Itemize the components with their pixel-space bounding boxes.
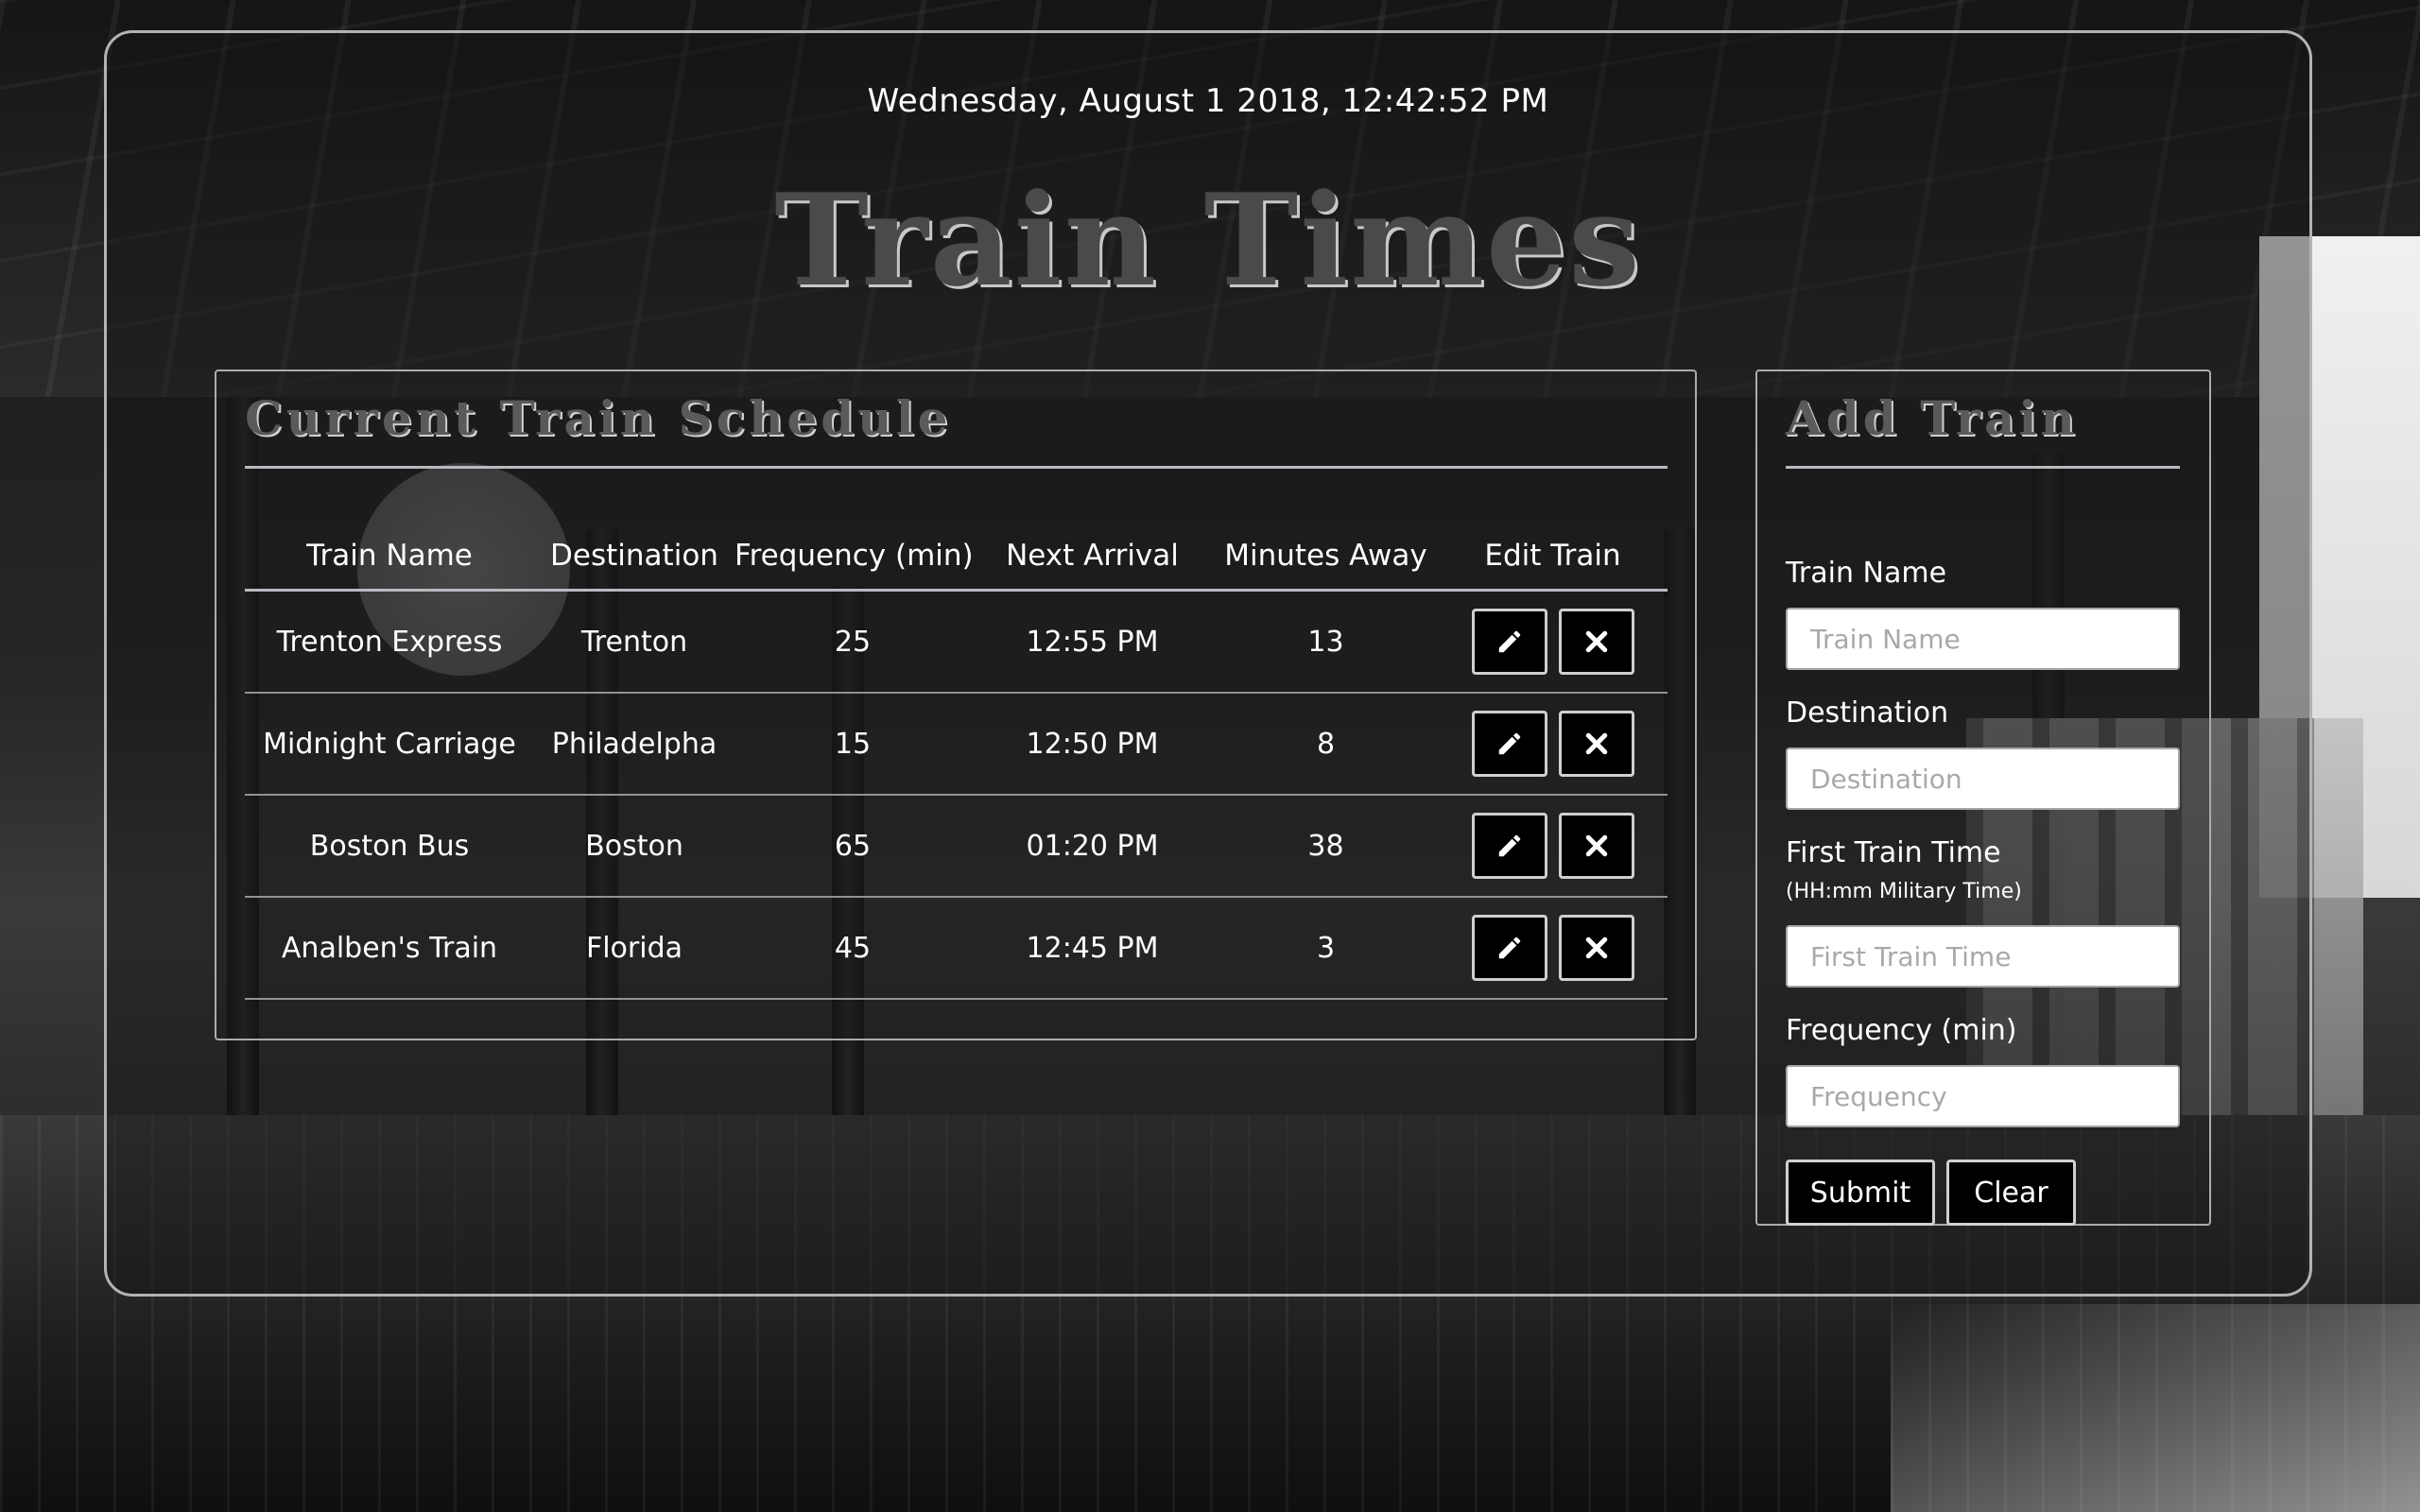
col-header-minutes-away: Minutes Away (1224, 539, 1427, 573)
first-train-time-label: First Train Time (1786, 836, 2001, 869)
delete-train-button[interactable] (1558, 711, 1634, 777)
schedule-panel: Current Train Schedule Train Name Destin… (215, 369, 1697, 1040)
x-icon (1585, 834, 1607, 857)
minutes-away-cell: 13 (1307, 625, 1344, 659)
submit-button[interactable]: Submit (1786, 1160, 1935, 1226)
clear-button[interactable]: Clear (1946, 1160, 2076, 1226)
pencil-icon (1498, 630, 1520, 653)
schedule-title: Current Train Schedule (245, 390, 952, 446)
train-name-cell: Trenton Express (276, 625, 503, 659)
first-train-time-hint: (HH:mm Military Time) (1786, 880, 2022, 903)
add-train-divider (1786, 466, 2180, 469)
destination-cell: Boston (585, 829, 683, 863)
x-icon (1585, 732, 1607, 755)
x-icon (1585, 630, 1607, 653)
schedule-table: Train Name Destination Frequency (min) N… (245, 523, 1668, 1000)
add-train-title: Add Train (1786, 390, 2079, 446)
destination-input[interactable] (1786, 747, 2180, 810)
edit-train-button[interactable] (1471, 813, 1547, 879)
frequency-cell: 65 (834, 829, 872, 863)
train-name-cell: Analben's Train (281, 931, 498, 965)
col-header-next-arrival: Next Arrival (1006, 539, 1179, 573)
destination-label: Destination (1786, 696, 1949, 730)
delete-train-button[interactable] (1558, 915, 1634, 981)
add-train-panel: Add Train Train Name Destination First T… (1755, 369, 2211, 1226)
next-arrival-cell: 12:55 PM (1026, 625, 1159, 659)
edit-train-button[interactable] (1471, 915, 1547, 981)
current-datetime: Wednesday, August 1 2018, 12:42:52 PM (867, 82, 1549, 120)
pencil-icon (1498, 936, 1520, 959)
destination-cell: Florida (585, 931, 683, 965)
delete-train-button[interactable] (1558, 813, 1634, 879)
platform-light (1891, 1304, 2420, 1512)
next-arrival-cell: 01:20 PM (1026, 829, 1159, 863)
destination-cell: Philadelpha (551, 727, 717, 761)
train-name-cell: Boston Bus (309, 829, 470, 863)
frequency-input[interactable] (1786, 1065, 2180, 1127)
table-row: Boston Bus Boston 65 01:20 PM 38 (245, 796, 1668, 898)
edit-actions (1438, 711, 1668, 777)
col-header-edit-train: Edit Train (1484, 539, 1621, 573)
minutes-away-cell: 8 (1316, 727, 1336, 761)
col-header-frequency: Frequency (min) (735, 539, 974, 573)
edit-actions (1438, 609, 1668, 675)
train-name-label: Train Name (1786, 557, 1947, 590)
frequency-cell: 45 (834, 931, 872, 965)
page-title: Train Times (774, 165, 1642, 315)
train-name-input[interactable] (1786, 608, 2180, 670)
schedule-divider (245, 466, 1668, 469)
minutes-away-cell: 38 (1307, 829, 1344, 863)
train-name-cell: Midnight Carriage (263, 727, 516, 761)
next-arrival-cell: 12:50 PM (1026, 727, 1159, 761)
first-train-time-input[interactable] (1786, 925, 2180, 988)
pencil-icon (1498, 732, 1520, 755)
frequency-cell: 25 (834, 625, 872, 659)
delete-train-button[interactable] (1558, 609, 1634, 675)
table-row: Analben's Train Florida 45 12:45 PM 3 (245, 898, 1668, 1000)
table-row: Trenton Express Trenton 25 12:55 PM 13 (245, 592, 1668, 694)
col-header-destination: Destination (550, 539, 718, 573)
table-row: Midnight Carriage Philadelpha 15 12:50 P… (245, 694, 1668, 796)
edit-train-button[interactable] (1471, 711, 1547, 777)
col-header-train-name: Train Name (306, 539, 473, 573)
main-container: Wednesday, August 1 2018, 12:42:52 PM Tr… (104, 30, 2312, 1297)
edit-actions (1438, 813, 1668, 879)
minutes-away-cell: 3 (1316, 931, 1336, 965)
next-arrival-cell: 12:45 PM (1026, 931, 1159, 965)
edit-actions (1438, 915, 1668, 981)
destination-cell: Trenton (580, 625, 688, 659)
table-header: Train Name Destination Frequency (min) N… (245, 523, 1668, 592)
pencil-icon (1498, 834, 1520, 857)
edit-train-button[interactable] (1471, 609, 1547, 675)
x-icon (1585, 936, 1607, 959)
frequency-cell: 15 (834, 727, 872, 761)
frequency-label: Frequency (min) (1786, 1014, 2017, 1047)
